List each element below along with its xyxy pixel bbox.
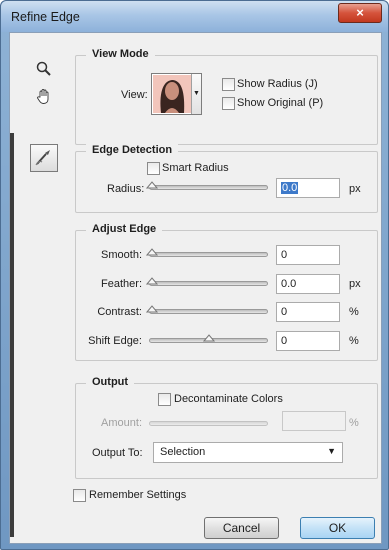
radius-unit: px xyxy=(349,183,361,195)
amount-slider xyxy=(149,421,268,426)
refine-radius-brush-icon[interactable] xyxy=(30,144,58,172)
amount-input xyxy=(282,411,346,431)
dialog-body: View Mode View: ▼ Show Radius (J) Show O… xyxy=(9,32,382,544)
smooth-slider[interactable] xyxy=(149,252,268,257)
view-preview-dropdown[interactable]: ▼ xyxy=(151,73,202,115)
amount-unit: % xyxy=(349,417,359,429)
hand-icon[interactable] xyxy=(33,85,55,107)
show-radius-label: Show Radius (J) xyxy=(237,78,318,90)
window-title: Refine Edge xyxy=(11,10,80,24)
feather-slider-thumb[interactable] xyxy=(146,277,158,285)
shift-edge-unit: % xyxy=(349,335,359,347)
shift-edge-input[interactable]: 0 xyxy=(276,331,340,351)
feather-label: Feather: xyxy=(101,278,142,290)
smooth-label: Smooth: xyxy=(101,249,142,261)
radius-slider[interactable] xyxy=(149,185,268,190)
shift-edge-label: Shift Edge: xyxy=(88,335,142,347)
cancel-button[interactable]: Cancel xyxy=(204,517,279,539)
view-thumbnail xyxy=(153,75,191,113)
show-original-checkbox[interactable] xyxy=(222,97,235,110)
contrast-input[interactable]: 0 xyxy=(276,302,340,322)
smart-radius-label: Smart Radius xyxy=(162,162,229,174)
contrast-unit: % xyxy=(349,306,359,318)
smooth-input[interactable]: 0 xyxy=(276,245,340,265)
chevron-down-icon: ▼ xyxy=(327,446,336,456)
show-radius-checkbox[interactable] xyxy=(222,78,235,91)
view-label: View: xyxy=(121,89,148,101)
contrast-label: Contrast: xyxy=(97,306,142,318)
chevron-down-icon: ▼ xyxy=(191,74,201,114)
ok-button[interactable]: OK xyxy=(300,517,375,539)
amount-label: Amount: xyxy=(101,417,142,429)
contrast-slider-thumb[interactable] xyxy=(146,305,158,313)
output-title: Output xyxy=(86,376,135,388)
remember-settings-checkbox[interactable] xyxy=(73,489,86,502)
shift-edge-slider-thumb[interactable] xyxy=(202,334,215,342)
contrast-slider[interactable] xyxy=(149,309,268,314)
smooth-slider-thumb[interactable] xyxy=(146,248,158,256)
output-to-label: Output To: xyxy=(92,447,143,459)
radius-value: 0.0 xyxy=(281,182,299,194)
feather-unit: px xyxy=(349,278,361,290)
refine-edge-window: Refine Edge × View Mode View: ▼ Show Rad… xyxy=(0,0,389,550)
title-bar[interactable]: Refine Edge × xyxy=(1,1,388,32)
show-original-label: Show Original (P) xyxy=(237,97,324,109)
radius-input[interactable]: 0.0 xyxy=(276,178,340,198)
adjust-edge-title: Adjust Edge xyxy=(86,223,163,235)
output-to-select[interactable]: Selection ▼ xyxy=(153,442,343,463)
smart-radius-checkbox[interactable] xyxy=(147,162,160,175)
output-to-value: Selection xyxy=(160,446,206,458)
left-edge-divider xyxy=(10,133,14,537)
remember-settings-label: Remember Settings xyxy=(89,489,187,501)
decontaminate-colors-label: Decontaminate Colors xyxy=(174,393,283,405)
feather-input[interactable]: 0.0 xyxy=(276,274,340,294)
radius-label: Radius: xyxy=(107,183,145,195)
zoom-icon[interactable] xyxy=(33,58,55,80)
decontaminate-colors-checkbox[interactable] xyxy=(158,393,171,406)
feather-slider[interactable] xyxy=(149,281,268,286)
view-mode-title: View Mode xyxy=(86,48,155,60)
close-button[interactable]: × xyxy=(338,3,382,23)
edge-detection-title: Edge Detection xyxy=(86,144,179,156)
radius-slider-thumb[interactable] xyxy=(146,181,158,189)
close-icon: × xyxy=(356,5,364,20)
